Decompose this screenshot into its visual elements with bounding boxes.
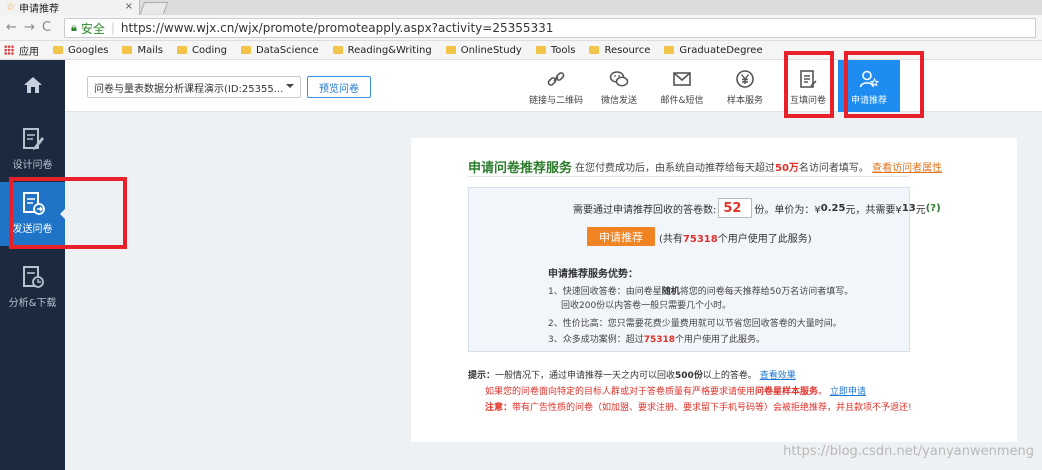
tool-label: 邮件&短信 <box>660 96 704 106</box>
sidebar-item-label: 分析&下载 <box>8 298 57 309</box>
bookmark-datascience[interactable]: DataScience <box>240 45 319 56</box>
left-sidebar: 设计问卷 发送问卷 分析&下载 <box>0 60 66 470</box>
url-input[interactable]: 🔒︎ 安全 | https://www.wjx.cn/wjx/promote/p… <box>64 18 1036 38</box>
address-bar-row: ← → C 🔒︎ 安全 | https://www.wjx.cn/wjx/pro… <box>0 15 1042 41</box>
browser-tab-bar: ☆ 申请推荐 × <box>0 0 1042 15</box>
bookmark-mails[interactable]: Mails <box>122 45 163 56</box>
tip-line-1: 提示：一般情况下，通过申请推荐一天之内可以回收500份以上的答卷。 查看效果 <box>468 371 796 381</box>
lock-icon: 🔒︎ <box>71 21 77 34</box>
apply-recommend-button[interactable]: 申请推荐 <box>587 227 655 246</box>
mail-icon <box>673 72 691 86</box>
folder-icon <box>177 46 188 54</box>
unit-price: 0.25 <box>820 202 846 214</box>
send-document-icon <box>22 192 45 215</box>
yuan-coin-icon <box>736 70 754 88</box>
sidebar-item-analysis[interactable]: 分析&下载 <box>0 256 65 320</box>
help-icon[interactable]: (?) <box>926 203 941 214</box>
total-price: 13 <box>901 202 916 214</box>
bookmark-apps[interactable]: 应用 <box>4 43 39 58</box>
panel-subtitle: 在您付费成功后，由系统自动推荐给每天超过50万名访问者填写。 查看访问者属性 <box>575 163 943 174</box>
home-button[interactable] <box>0 60 65 110</box>
back-arrow-icon[interactable]: ← <box>6 20 17 35</box>
sidebar-item-design[interactable]: 设计问卷 <box>0 118 65 182</box>
advantage-1b: 回收200份以内答卷一般只需要几个小时。 <box>561 301 732 311</box>
document-list-icon <box>800 70 817 88</box>
order-box: 需要通过申请推荐回收的答卷数: 52 份。单价为：¥ 0.25 元，共需要¥ 13 元(… <box>468 187 941 352</box>
tip-line-3: 注意：带有广告性质的问卷（如加盟、要求注册、要求留下手机号码等）会被拒绝推荐，并… <box>485 403 912 413</box>
user-star-icon <box>859 70 879 88</box>
advantages-title: 申请推荐服务优势： <box>548 269 638 280</box>
favicon-star-icon: ☆ <box>6 2 15 13</box>
page-title: 申请问卷推荐服务 <box>468 161 573 176</box>
folder-icon <box>445 46 456 54</box>
url-separator: | <box>110 21 115 35</box>
folder-icon <box>240 46 251 54</box>
folder-icon <box>664 46 675 54</box>
folder-icon <box>53 46 63 54</box>
bookmark-graduatedegree[interactable]: GraduateDegree <box>664 45 763 56</box>
apply-note: (共有75318个用户使用了此服务) <box>659 234 812 245</box>
tool-label: 互填问卷 <box>789 96 826 106</box>
edit-document-icon <box>22 128 44 150</box>
secure-label: 安全 <box>80 21 105 36</box>
folder-icon <box>332 46 343 54</box>
tool-label: 申请推荐 <box>850 96 887 106</box>
apps-grid-icon <box>4 45 14 55</box>
tab-title: 申请推荐 <box>18 4 59 15</box>
browser-tab[interactable]: ☆ 申请推荐 × <box>0 0 140 15</box>
tool-apply-recommend[interactable]: 申请推荐 <box>838 60 900 112</box>
analysis-document-icon <box>22 266 44 288</box>
view-effect-link[interactable]: 查看效果 <box>760 371 796 381</box>
sidebar-item-label: 设计问卷 <box>12 160 53 171</box>
tip-line-2: 如果您的问卷面向特定的目标人群或对于答卷质量有严格要求请使用问卷星样本服务。 立… <box>485 387 866 397</box>
advantage-1: 1、快速回收答卷：由问卷星随机将您的问卷每天推荐给50万名访问者填写。 <box>548 287 854 297</box>
bookmarks-bar: 应用 Googles Mails Coding DataScience Read… <box>0 41 1042 60</box>
tool-link-qrcode[interactable]: 链接与二维码 <box>523 60 589 112</box>
tool-email-sms[interactable]: 邮件&短信 <box>649 60 715 112</box>
link-icon <box>547 72 565 86</box>
folder-icon <box>589 46 600 54</box>
advantage-2: 2、性价比高：您只需要花费少量费用就可以节省您回收答卷的大量时间。 <box>548 319 842 329</box>
survey-select-value: 问卷与量表数据分析课程演示(ID:25355... <box>94 83 284 95</box>
watermark: https://blog.csdn.net/yanyanwenmeng <box>783 444 1034 459</box>
bookmark-resource[interactable]: Resource <box>589 45 650 56</box>
bookmark-tools[interactable]: Tools <box>535 45 575 56</box>
advantage-3: 3、众多成功案例：超过75318个用户使用了此服务。 <box>548 335 766 345</box>
home-icon <box>23 77 42 93</box>
tool-label: 样本服务 <box>726 96 763 106</box>
bookmark-onlinestudy[interactable]: OnlineStudy <box>445 45 522 56</box>
wechat-icon <box>609 71 629 87</box>
url-text: https://www.wjx.cn/wjx/promote/promoteap… <box>120 21 554 35</box>
forward-arrow-icon[interactable]: → <box>24 20 35 35</box>
bookmark-googles[interactable]: Googles <box>53 45 108 56</box>
new-tab-button[interactable] <box>139 2 169 14</box>
tool-sample-service[interactable]: 样本服务 <box>712 60 778 112</box>
tool-label: 链接与二维码 <box>528 96 583 106</box>
reload-icon[interactable]: C <box>42 20 51 35</box>
bookmark-coding[interactable]: Coding <box>177 45 227 56</box>
view-visitor-attributes-link[interactable]: 查看访问者属性 <box>872 163 942 174</box>
tool-label: 微信发送 <box>600 96 637 106</box>
preview-survey-button[interactable]: 预览问卷 <box>307 76 371 98</box>
sidebar-item-send[interactable]: 发送问卷 <box>0 182 66 246</box>
quantity-row: 需要通过申请推荐回收的答卷数: 52 份。单价为：¥ 0.25 元，共需要¥ 13 元(… <box>573 198 941 218</box>
apply-now-link[interactable]: 立即申请 <box>830 387 866 397</box>
bookmark-reading-writing[interactable]: Reading&Writing <box>332 45 432 56</box>
divider <box>468 176 908 177</box>
quantity-input[interactable]: 52 <box>718 198 753 218</box>
sidebar-item-label: 发送问卷 <box>12 224 53 235</box>
folder-icon <box>122 46 133 54</box>
survey-select[interactable]: 问卷与量表数据分析课程演示(ID:25355... <box>87 76 301 98</box>
recommend-panel: 申请问卷推荐服务 在您付费成功后，由系统自动推荐给每天超过50万名访问者填写。 … <box>411 138 1017 442</box>
tool-wechat[interactable]: 微信发送 <box>586 60 652 112</box>
chevron-down-icon <box>286 84 294 92</box>
tab-close-icon[interactable]: × <box>125 1 133 12</box>
top-toolbar: 问卷与量表数据分析课程演示(ID:25355... 预览问卷 链接与二维码 微信… <box>65 60 1042 112</box>
tool-mutual-fill[interactable]: 互填问卷 <box>775 60 841 112</box>
folder-icon <box>535 46 546 54</box>
